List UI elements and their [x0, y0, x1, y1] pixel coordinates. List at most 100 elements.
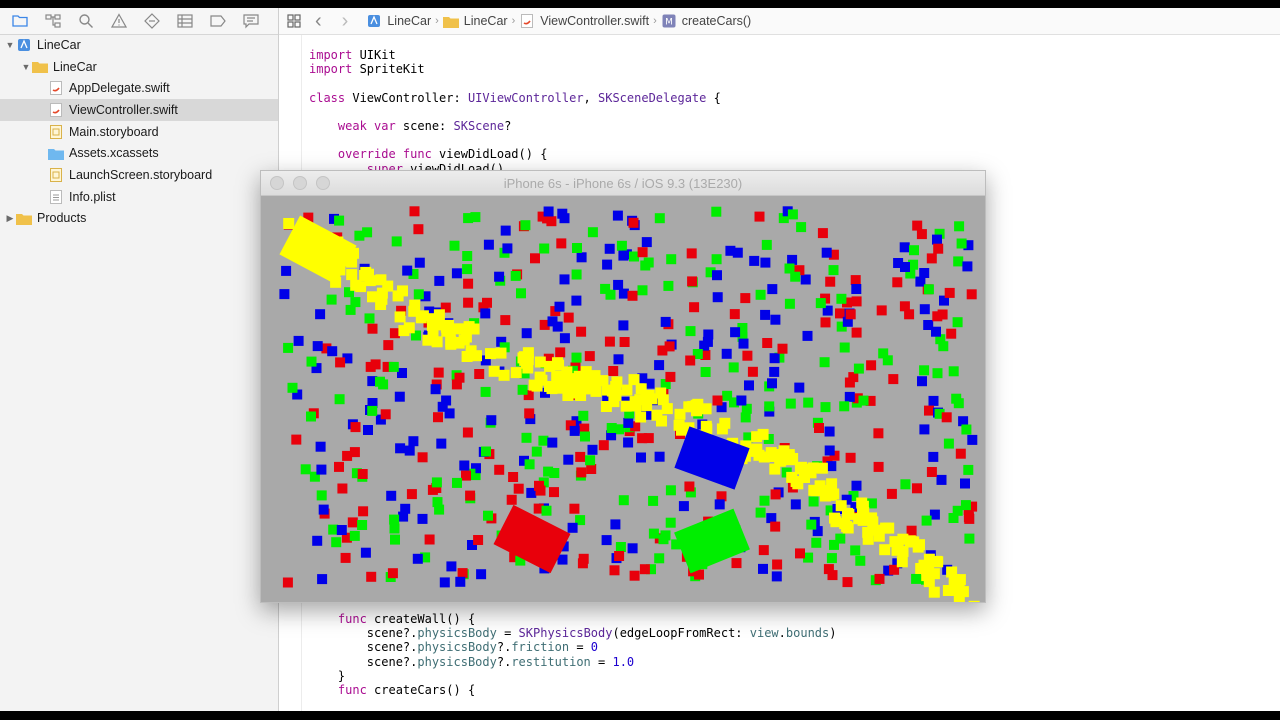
- physics-block: [618, 320, 629, 331]
- physics-block: [572, 243, 582, 253]
- physics-block: [932, 234, 942, 245]
- simulator-window[interactable]: iPhone 6s - iPhone 6s / iOS 9.3 (13E230): [260, 170, 986, 603]
- physics-block: [928, 451, 939, 462]
- disclosure-triangle-icon[interactable]: ▼: [20, 62, 32, 72]
- code-line: }: [309, 669, 836, 683]
- storyboard-file-icon: [48, 167, 64, 182]
- physics-block: [312, 341, 323, 352]
- physics-block: [335, 357, 346, 368]
- physics-block: [398, 511, 409, 522]
- physics-block: [412, 553, 423, 564]
- breadcrumb-method[interactable]: M createCars(): [661, 14, 751, 28]
- trail-block: [635, 411, 647, 423]
- physics-block: [685, 355, 696, 366]
- navigator-tab-hierarchy[interactable]: [43, 12, 63, 30]
- physics-block: [312, 535, 323, 546]
- physics-block: [281, 265, 292, 276]
- physics-block: [366, 571, 377, 582]
- code-area-bottom[interactable]: func createWall() { scene?.physicsBody =…: [309, 612, 837, 698]
- tree-item-linecar[interactable]: ▼ LineCar: [0, 34, 278, 56]
- tree-item-appdelegate-swift[interactable]: AppDelegate.swift: [0, 77, 278, 99]
- physics-block: [433, 412, 443, 423]
- trail-block: [957, 586, 969, 598]
- physics-block: [317, 574, 328, 585]
- navigator-tab-tag[interactable]: [208, 12, 228, 30]
- trail-block: [841, 521, 853, 533]
- physics-block: [712, 292, 723, 303]
- trail-block: [600, 401, 612, 412]
- trail-block: [896, 556, 908, 568]
- breadcrumb-file[interactable]: ViewController.swift: [519, 14, 649, 28]
- physics-block: [787, 209, 798, 220]
- tree-item-products[interactable]: ▶ Products: [0, 208, 278, 230]
- breadcrumb-group[interactable]: LineCar: [442, 14, 508, 28]
- code-token: viewDidLoad() {: [431, 147, 548, 162]
- blue-car[interactable]: [674, 426, 750, 490]
- physics-block: [521, 432, 532, 443]
- code-token: ,: [583, 90, 598, 105]
- trail-block: [968, 600, 980, 602]
- trail-block: [571, 387, 583, 399]
- spritekit-scene[interactable]: [261, 196, 985, 602]
- trail-block: [954, 574, 966, 586]
- physics-block: [349, 447, 360, 458]
- tree-item-main-storyboard[interactable]: Main.storyboard: [0, 121, 278, 143]
- physics-block: [437, 401, 448, 412]
- trail-block: [443, 319, 454, 331]
- simulator-title-bar[interactable]: iPhone 6s - iPhone 6s / iOS 9.3 (13E230): [261, 171, 985, 196]
- trail-block: [427, 313, 439, 325]
- tree-item-info-plist[interactable]: Info.plist: [0, 186, 278, 208]
- code-token: physicsBody: [417, 654, 497, 669]
- scene-canvas: [279, 206, 980, 602]
- navigator-tab-list[interactable]: [175, 12, 195, 30]
- physics-block: [900, 479, 911, 490]
- grid-icon[interactable]: [287, 14, 301, 28]
- breadcrumb-project[interactable]: LineCar: [366, 14, 431, 28]
- forward-button[interactable]: ›: [342, 10, 349, 33]
- tree-item-linecar[interactable]: ▼ LineCar: [0, 56, 278, 78]
- physics-block: [279, 289, 290, 300]
- physics-block: [948, 513, 959, 523]
- physics-block: [932, 368, 943, 379]
- code-area-top[interactable]: import UIKit import SpriteKit class ViewCo…: [309, 48, 721, 176]
- navigator-tab-search[interactable]: [76, 12, 96, 30]
- physics-block: [684, 481, 695, 492]
- physics-block: [567, 522, 578, 533]
- physics-block: [602, 259, 613, 270]
- physics-block: [953, 256, 964, 267]
- physics-block: [585, 455, 596, 466]
- code-line: import UIKit: [309, 48, 721, 62]
- back-button[interactable]: ‹: [315, 10, 322, 33]
- physics-block: [587, 444, 598, 455]
- physics-block: [941, 412, 952, 423]
- physics-block: [291, 434, 302, 445]
- code-token: scene?.: [309, 654, 418, 669]
- physics-block: [618, 288, 629, 299]
- navigator-tab-warning[interactable]: [109, 12, 129, 30]
- diamond-icon: [144, 13, 160, 29]
- disclosure-triangle-icon[interactable]: ▼: [4, 40, 16, 50]
- physics-block: [462, 251, 473, 261]
- physics-block: [900, 262, 910, 272]
- physics-block: [455, 576, 466, 587]
- physics-block: [506, 494, 517, 505]
- physics-block: [549, 487, 559, 498]
- physics-block: [524, 408, 535, 419]
- physics-block: [740, 293, 751, 304]
- physics-block: [601, 535, 612, 546]
- physics-block: [873, 428, 884, 439]
- tree-item-launchscreen-storyboard[interactable]: LaunchScreen.storyboard: [0, 164, 278, 186]
- tree-item-assets-xcassets[interactable]: Assets.xcassets: [0, 142, 278, 164]
- physics-block: [770, 489, 781, 500]
- disclosure-triangle-icon[interactable]: ▶: [4, 213, 16, 224]
- physics-block: [963, 464, 974, 475]
- navigator-tab-comment[interactable]: [241, 12, 261, 30]
- physics-block: [406, 489, 417, 500]
- code-token: createCars() {: [366, 683, 476, 698]
- physics-block: [636, 452, 646, 463]
- navigator-tab-folder[interactable]: [10, 12, 30, 30]
- physics-block: [345, 304, 356, 315]
- tree-item-viewcontroller-swift[interactable]: ViewController.swift: [0, 99, 278, 121]
- navigator-tab-diamond[interactable]: [142, 12, 162, 30]
